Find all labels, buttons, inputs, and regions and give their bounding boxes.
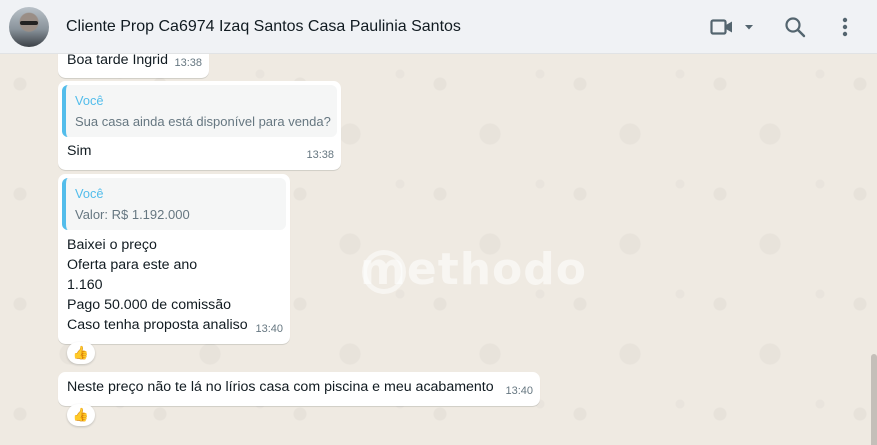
quote-text: Sua casa ainda está disponível para vend… [75,114,331,129]
message-time: 13:40 [255,323,283,335]
message-bubble[interactable]: Você Valor: R$ 1.192.000 Baixei o preço … [58,174,290,344]
video-call-button[interactable] [707,7,759,47]
search-icon [785,17,806,38]
quote-text: Valor: R$ 1.192.000 [75,207,190,222]
quoted-message[interactable]: Você Sua casa ainda está disponível para… [62,85,337,137]
message-text: Boa tarde Ingrid [67,54,168,68]
message-text: Neste preço não te lá no lírios casa com… [67,379,494,395]
message-text: Sim [67,143,92,159]
chat-header: Cliente Prop Ca6974 Izaq Santos Casa Pau… [0,0,877,54]
message-time: 13:38 [306,149,334,161]
menu-button[interactable] [825,7,865,47]
contact-avatar[interactable] [9,6,49,47]
reaction-thumbs-up[interactable]: 👍 [67,404,95,426]
message-line: Baixei o preço [67,237,157,253]
message-time: 13:40 [505,385,533,397]
search-button[interactable] [775,7,815,47]
message-line: 1.160 [67,277,103,293]
message-bubble[interactable]: Neste preço não te lá no lírios casa com… [58,372,540,406]
reaction-thumbs-up[interactable]: 👍 [67,342,95,364]
chat-title[interactable]: Cliente Prop Ca6974 Izaq Santos Casa Pau… [66,18,461,36]
scrollbar[interactable] [871,354,877,445]
header-actions [707,0,877,54]
message-line: Caso tenha proposta analiso [67,317,248,333]
quote-author: Você [75,186,104,201]
message-time: 13:38 [174,57,202,69]
quote-author: Você [75,93,104,108]
chevron-down-icon [745,25,753,30]
message-list[interactable]: methodo Boa tarde Ingrid 13:38 Você Sua … [0,54,877,445]
message-line: Oferta para este ano [67,257,198,273]
message-bubble[interactable]: Você Sua casa ainda está disponível para… [58,81,341,170]
quoted-message[interactable]: Você Valor: R$ 1.192.000 [62,178,286,230]
message-bubble[interactable]: Boa tarde Ingrid 13:38 [58,54,209,78]
video-call-icon [710,19,732,35]
more-options-icon [842,17,848,37]
message-line: Pago 50.000 de comissão [67,297,232,313]
watermark-text: methodo [360,244,587,295]
